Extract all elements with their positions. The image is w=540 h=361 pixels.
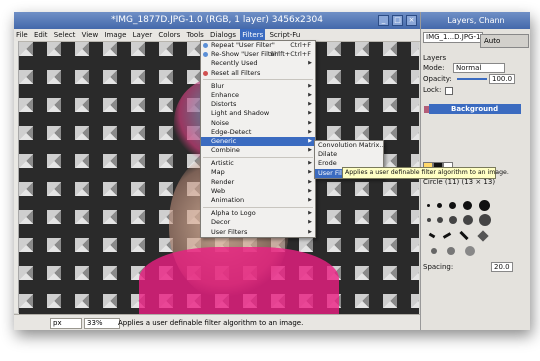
- menu-edit[interactable]: Edit: [32, 29, 50, 41]
- window-title: *IMG_1877D.JPG-1.0 (RGB, 1 layer) 3456x2…: [111, 15, 323, 25]
- lock-label: Lock:: [423, 86, 442, 94]
- minimize-button[interactable]: _: [378, 15, 389, 26]
- submenu-arrow-icon: ▶: [308, 160, 312, 167]
- submenu-arrow-icon: ▶: [308, 110, 312, 117]
- brush-icon[interactable]: [479, 200, 490, 211]
- spacing-value[interactable]: 20.0: [491, 262, 513, 272]
- brush-grid[interactable]: [423, 200, 511, 262]
- menu-view[interactable]: View: [80, 29, 101, 41]
- submenu-arrow-icon: ▶: [308, 119, 312, 126]
- menu-item-edge-detect[interactable]: Edge-Detect ▶: [201, 128, 315, 137]
- menu-item-reshow[interactable]: Re-Show "User Filter" Shift+Ctrl+F: [201, 50, 315, 59]
- brush-icon[interactable]: [437, 203, 442, 208]
- brush-icon[interactable]: [449, 202, 456, 209]
- submenu-item-convolution[interactable]: Convolution Matrix...: [315, 141, 386, 150]
- submenu-arrow-icon: ▶: [308, 187, 312, 194]
- spacing-label: Spacing:: [423, 263, 454, 271]
- menu-item-recently-used[interactable]: Recently Used ▶: [201, 59, 315, 68]
- mode-select[interactable]: Normal: [453, 63, 505, 73]
- menu-item-reset-filters[interactable]: Reset all Filters: [201, 69, 315, 78]
- menu-item-distorts[interactable]: Distorts ▶: [201, 100, 315, 109]
- submenu-arrow-icon: ▶: [308, 147, 312, 154]
- opacity-value[interactable]: 100.0: [489, 74, 516, 84]
- photo-shirt: [139, 247, 339, 314]
- submenu-arrow-icon: ▶: [308, 82, 312, 89]
- mode-label: Mode:: [423, 64, 445, 72]
- brush-icon[interactable]: [477, 230, 489, 242]
- submenu-arrow-icon: ▶: [308, 60, 312, 67]
- submenu-arrow-icon: ▶: [308, 128, 312, 135]
- layer-background[interactable]: Background: [429, 104, 521, 114]
- menu-item-noise[interactable]: Noise ▶: [201, 119, 315, 128]
- brush-icon[interactable]: [465, 246, 475, 256]
- submenu-arrow-icon: ▶: [308, 178, 312, 185]
- reshow-icon: [203, 52, 208, 58]
- submenu-arrow-icon: ▶: [308, 137, 312, 144]
- menu-layer[interactable]: Layer: [131, 29, 155, 41]
- menu-item-generic[interactable]: Generic ▶: [201, 136, 315, 147]
- repeat-icon: [203, 43, 208, 48]
- submenu-arrow-icon: ▶: [308, 210, 312, 217]
- status-message: Applies a user definable filter algorith…: [118, 319, 304, 327]
- menu-item-blur[interactable]: Blur ▶: [201, 82, 315, 91]
- auto-button[interactable]: Auto: [480, 34, 529, 48]
- opacity-slider[interactable]: [457, 78, 487, 80]
- menu-separator: [203, 206, 313, 208]
- submenu-arrow-icon: ▶: [308, 169, 312, 176]
- dock-title: Layers, Chann: [421, 12, 530, 29]
- tooltip: Applies a user definable filter algorith…: [342, 167, 509, 179]
- brush-icon[interactable]: [428, 232, 436, 239]
- brush-icon[interactable]: [427, 204, 430, 207]
- close-button[interactable]: ×: [406, 15, 417, 26]
- reset-icon: [203, 70, 208, 76]
- opacity-label: Opacity:: [423, 75, 452, 83]
- brush-icon[interactable]: [459, 230, 469, 241]
- menu-file[interactable]: File: [14, 29, 30, 41]
- menu-item-combine[interactable]: Combine ▶: [201, 146, 315, 155]
- brush-icon[interactable]: [431, 248, 437, 254]
- menu-item-render[interactable]: Render ▶: [201, 178, 315, 187]
- submenu-arrow-icon: ▶: [308, 101, 312, 108]
- brush-icon[interactable]: [463, 201, 472, 210]
- submenu-arrow-icon: ▶: [308, 197, 312, 203]
- menu-item-decor[interactable]: Decor ▶: [201, 218, 315, 227]
- maximize-button[interactable]: □: [392, 15, 403, 26]
- brush-icon[interactable]: [479, 214, 491, 226]
- brush-icon[interactable]: [447, 247, 455, 255]
- menu-item-enhance[interactable]: Enhance ▶: [201, 91, 315, 100]
- menu-item-repeat[interactable]: Repeat "User Filter" Ctrl+F: [201, 41, 315, 50]
- brush-icon[interactable]: [442, 232, 452, 239]
- submenu-arrow-icon: ▶: [308, 228, 312, 235]
- submenu-item-dilate[interactable]: Dilate: [315, 150, 383, 159]
- menu-item-user-filters[interactable]: User Filters ▶: [201, 228, 315, 237]
- window-titlebar[interactable]: *IMG_1877D.JPG-1.0 (RGB, 1 layer) 3456x2…: [14, 12, 420, 29]
- menu-colors[interactable]: Colors: [156, 29, 182, 41]
- lock-checkbox[interactable]: [445, 87, 453, 95]
- submenu-arrow-icon: ▶: [308, 219, 312, 226]
- unit-select[interactable]: px: [50, 318, 82, 329]
- layers-tab[interactable]: Layers: [423, 54, 446, 62]
- image-selector[interactable]: IMG_1...D.JPG-1: [423, 32, 484, 43]
- menu-item-artistic[interactable]: Artistic ▶: [201, 159, 315, 168]
- menu-item-animation[interactable]: Animation ▶: [201, 196, 315, 205]
- statusbar: px 33% Applies a user definable filter a…: [14, 314, 420, 330]
- menu-image[interactable]: Image: [102, 29, 128, 41]
- menu-item-web[interactable]: Web ▶: [201, 187, 315, 196]
- brush-label: Circle (11) (13 × 13): [423, 178, 496, 186]
- menu-select[interactable]: Select: [52, 29, 78, 41]
- submenu-arrow-icon: ▶: [308, 91, 312, 98]
- brush-icon[interactable]: [427, 218, 431, 222]
- screenshot-frame: *IMG_1877D.JPG-1.0 (RGB, 1 layer) 3456x2…: [14, 12, 530, 330]
- menu-separator: [203, 79, 313, 81]
- zoom-select[interactable]: 33%: [84, 318, 120, 329]
- menu-item-light-shadow[interactable]: Light and Shadow ▶: [201, 109, 315, 118]
- menu-item-alpha-to-logo[interactable]: Alpha to Logo ▶: [201, 209, 315, 218]
- brush-icon[interactable]: [463, 215, 473, 225]
- brush-icon[interactable]: [449, 216, 457, 224]
- brush-icon[interactable]: [437, 217, 443, 223]
- menu-separator: [203, 156, 313, 158]
- menu-item-map[interactable]: Map ▶: [201, 168, 315, 177]
- filters-menu: Repeat "User Filter" Ctrl+F Re-Show "User…: [200, 40, 316, 238]
